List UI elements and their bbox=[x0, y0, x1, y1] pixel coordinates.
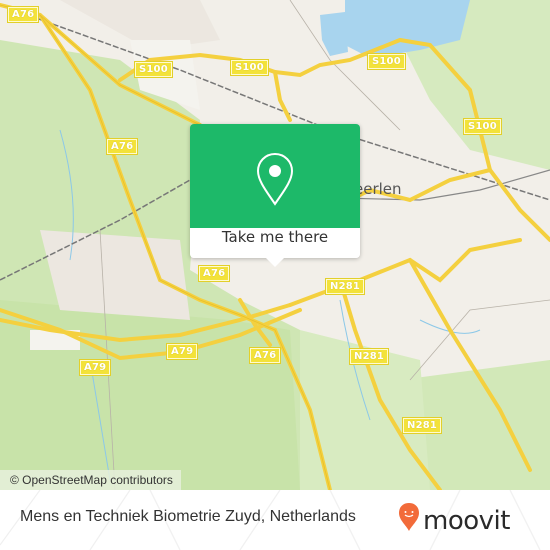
moovit-pin-icon bbox=[399, 503, 419, 531]
take-me-there-button[interactable]: Take me there bbox=[190, 228, 360, 258]
popup-pointer bbox=[266, 258, 284, 267]
road-shield-s100: S100 bbox=[463, 118, 502, 135]
road-shield-n281: N281 bbox=[348, 348, 390, 365]
map-attribution[interactable]: © OpenStreetMap contributors bbox=[0, 470, 181, 490]
road-shield-n281: N281 bbox=[401, 417, 443, 434]
map-view[interactable]: eerlen A76 S100 S100 S100 S100 A76 A76 N… bbox=[0, 0, 550, 490]
brand-name: moovit bbox=[423, 506, 510, 536]
city-label: eerlen bbox=[354, 180, 402, 198]
map-pin-icon bbox=[256, 152, 294, 206]
road-shield-n281: N281 bbox=[324, 278, 366, 295]
location-popup: Take me there bbox=[190, 124, 360, 267]
place-name: Mens en Techniek Biometrie Zuyd, Netherl… bbox=[20, 508, 356, 525]
road-shield-a76: A76 bbox=[6, 6, 40, 23]
road-shield-a76: A76 bbox=[197, 265, 231, 282]
road-shield-s100: S100 bbox=[134, 61, 173, 78]
popup-header bbox=[190, 124, 360, 228]
road-shield-a76: A76 bbox=[105, 138, 139, 155]
road-shield-s100: S100 bbox=[367, 53, 406, 70]
road-shield-a79: A79 bbox=[78, 359, 112, 376]
road-shield-a76: A76 bbox=[248, 347, 282, 364]
road-shield-s100: S100 bbox=[230, 59, 269, 76]
moovit-logo[interactable]: moovit bbox=[398, 502, 538, 538]
footer-bar: Mens en Techniek Biometrie Zuyd, Netherl… bbox=[0, 490, 550, 550]
road-shield-a79: A79 bbox=[165, 343, 199, 360]
